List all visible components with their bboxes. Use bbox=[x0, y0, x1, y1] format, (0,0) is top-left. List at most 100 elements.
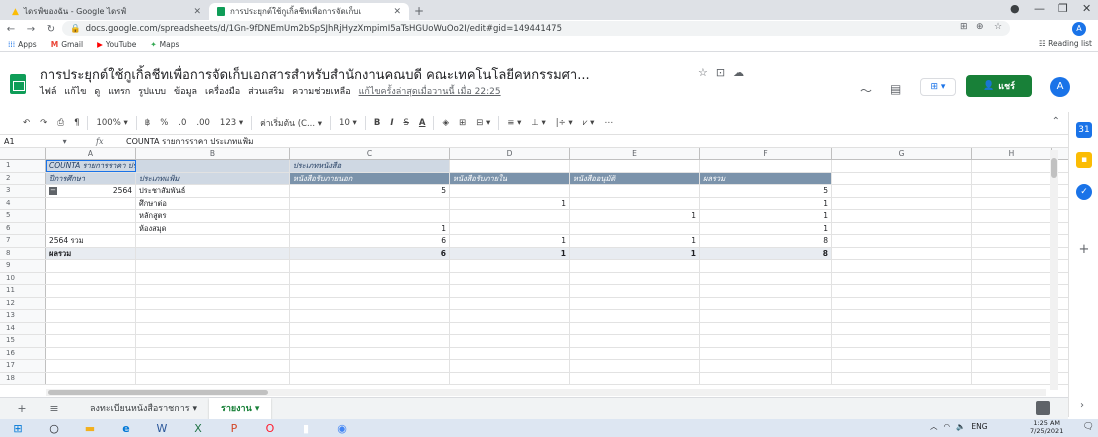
document-title[interactable]: การประยุกต์ใช้กูเกิ้ลชีทเพื่อการจัดเก็บเ… bbox=[40, 64, 590, 85]
grid-cell-d3[interactable] bbox=[450, 185, 570, 197]
grid-cell-f15[interactable] bbox=[700, 335, 832, 347]
star-icon[interactable]: ☆ bbox=[698, 66, 716, 79]
grid-cell-c18[interactable] bbox=[290, 372, 450, 384]
grid-cell-e14[interactable] bbox=[570, 322, 700, 334]
grid-cell-a5[interactable] bbox=[46, 210, 136, 222]
back-arrow-icon[interactable]: ← bbox=[2, 24, 20, 35]
grid-cell-e4[interactable] bbox=[570, 197, 700, 209]
grid-cell-g3[interactable] bbox=[832, 185, 972, 197]
new-tab-button[interactable]: + bbox=[414, 4, 424, 18]
grid-cell-f5[interactable]: 1 bbox=[700, 210, 832, 222]
grid-cell-g7[interactable] bbox=[832, 235, 972, 247]
menu-addons[interactable]: ส่วนเสริม bbox=[248, 84, 284, 98]
grid-cell-e12[interactable] bbox=[570, 297, 700, 309]
search-icon[interactable]: ○ bbox=[36, 422, 72, 435]
grid-cell-f6[interactable]: 1 bbox=[700, 222, 832, 234]
grid-cell-h16[interactable] bbox=[972, 347, 1052, 359]
grid-cell-g18[interactable] bbox=[832, 372, 972, 384]
grid-cell-e15[interactable] bbox=[570, 335, 700, 347]
chevron-up-icon[interactable]: ⌃ bbox=[1052, 116, 1060, 127]
present-button[interactable]: ⊞ ▾ bbox=[920, 78, 956, 96]
text-color-button[interactable]: A bbox=[414, 118, 431, 128]
maximize-button[interactable]: ❐ bbox=[1058, 2, 1068, 15]
grid-cell-b4[interactable]: ศึกษาต่อ bbox=[136, 197, 290, 209]
grid-cell-b6[interactable]: ห้องสมุด bbox=[136, 222, 290, 234]
grid-cell-h18[interactable] bbox=[972, 372, 1052, 384]
grid-cell-f4[interactable]: 1 bbox=[700, 197, 832, 209]
reload-icon[interactable]: ↻ bbox=[42, 24, 60, 35]
grid-cell-g15[interactable] bbox=[832, 335, 972, 347]
bold-button[interactable]: B bbox=[369, 118, 385, 128]
grid-cell-a8[interactable]: ผลรวม bbox=[46, 247, 136, 259]
grid-cell-b5[interactable]: หลักสูตร bbox=[136, 210, 290, 222]
column-header-a[interactable]: A bbox=[46, 148, 136, 160]
tab-google-drive[interactable]: ▲ ไดรฟ์ของฉัน - Google ไดรฟ์ ✕ bbox=[4, 3, 209, 20]
column-header-d[interactable]: D bbox=[450, 148, 570, 160]
close-icon[interactable]: ✕ bbox=[193, 7, 201, 17]
sheet-tab-registry[interactable]: ลงทะเบียนหนังสือราชการ ▾ bbox=[78, 398, 209, 420]
row-header[interactable]: 7 bbox=[0, 235, 46, 247]
grid-cell-e18[interactable] bbox=[570, 372, 700, 384]
grid-cell-g10[interactable] bbox=[832, 272, 972, 284]
chrome-menu-dot-icon[interactable]: ● bbox=[1010, 2, 1020, 15]
share-button[interactable]: 👤 แชร์ bbox=[966, 75, 1032, 97]
grid-cell-c15[interactable] bbox=[290, 335, 450, 347]
install-app-icon[interactable]: ⊞ bbox=[960, 22, 968, 32]
grid-cell-c2[interactable]: หนังสือรับภายนอก bbox=[290, 172, 450, 184]
vertical-scrollbar[interactable] bbox=[1050, 150, 1058, 390]
font-select[interactable]: ค่าเริ่มต้น (C... ▾ bbox=[255, 116, 327, 130]
grid-cell-c8[interactable]: 6 bbox=[290, 247, 450, 259]
google-sheets-logo-icon[interactable] bbox=[10, 74, 26, 94]
currency-format-button[interactable]: ฿ bbox=[140, 118, 155, 128]
grid-cell-g1[interactable] bbox=[832, 160, 972, 172]
grid-cell-f13[interactable] bbox=[700, 310, 832, 322]
grid-cell-e5[interactable]: 1 bbox=[570, 210, 700, 222]
url-input[interactable]: 🔒 docs.google.com/spreadsheets/d/1Gn-9fD… bbox=[62, 21, 1010, 36]
grid-cell-b3[interactable]: ประชาสัมพันธ์ bbox=[136, 185, 290, 197]
clock[interactable]: 1:25 AM 7/25/2021 bbox=[1030, 419, 1063, 435]
grid-cell-e8[interactable]: 1 bbox=[570, 247, 700, 259]
column-header-b[interactable]: B bbox=[136, 148, 290, 160]
row-header[interactable]: 13 bbox=[0, 310, 46, 322]
row-header[interactable]: 6 bbox=[0, 222, 46, 234]
grid-cell-h7[interactable] bbox=[972, 235, 1052, 247]
more-options-icon[interactable]: ⋯ bbox=[599, 118, 618, 128]
grid-cell-h5[interactable] bbox=[972, 210, 1052, 222]
grid-cell-c13[interactable] bbox=[290, 310, 450, 322]
powerpoint-icon[interactable]: P bbox=[216, 422, 252, 435]
wifi-icon[interactable]: ◠ bbox=[944, 422, 951, 431]
merge-cells-icon[interactable]: ⊟ ▾ bbox=[471, 118, 495, 128]
fill-color-icon[interactable]: ◈ bbox=[437, 118, 454, 128]
language-indicator[interactable]: ENG bbox=[971, 422, 987, 431]
row-header[interactable]: 17 bbox=[0, 360, 46, 372]
grid-cell-d7[interactable]: 1 bbox=[450, 235, 570, 247]
grid-cell-a16[interactable] bbox=[46, 347, 136, 359]
row-header[interactable]: 5 bbox=[0, 210, 46, 222]
grid-cell-g13[interactable] bbox=[832, 310, 972, 322]
menu-format[interactable]: รูปแบบ bbox=[138, 84, 166, 98]
chrome-icon[interactable]: ◉ bbox=[324, 422, 360, 435]
close-icon[interactable]: ✕ bbox=[393, 7, 401, 17]
grid-cell-b16[interactable] bbox=[136, 347, 290, 359]
add-addon-icon[interactable]: + bbox=[1076, 242, 1092, 258]
trend-line-icon[interactable]: 〜 bbox=[860, 82, 872, 99]
grid-cell-h8[interactable] bbox=[972, 247, 1052, 259]
grid-cell-d4[interactable]: 1 bbox=[450, 197, 570, 209]
undo-icon[interactable]: ↶ bbox=[18, 118, 35, 128]
grid-cell-d8[interactable]: 1 bbox=[450, 247, 570, 259]
grid-cell-c11[interactable] bbox=[290, 285, 450, 297]
comment-history-icon[interactable]: ▤ bbox=[890, 82, 901, 96]
grid-cell-e10[interactable] bbox=[570, 272, 700, 284]
grid-cell-c10[interactable] bbox=[290, 272, 450, 284]
grid-cell-f8[interactable]: 8 bbox=[700, 247, 832, 259]
column-header-e[interactable]: E bbox=[570, 148, 700, 160]
grid-cell-h9[interactable] bbox=[972, 260, 1052, 272]
grid-cell-d11[interactable] bbox=[450, 285, 570, 297]
word-icon[interactable]: W bbox=[144, 422, 180, 435]
opera-icon[interactable]: O bbox=[252, 422, 288, 435]
spreadsheet-grid[interactable]: ABCDEFGH 1COUNTA รายการราคา ประเภทแฟ้มปร… bbox=[0, 148, 1068, 390]
paint-format-icon[interactable]: ¶ bbox=[69, 118, 84, 128]
decrease-decimal-button[interactable]: .0 bbox=[173, 118, 191, 128]
grid-cell-c5[interactable] bbox=[290, 210, 450, 222]
row-header[interactable]: 16 bbox=[0, 347, 46, 359]
